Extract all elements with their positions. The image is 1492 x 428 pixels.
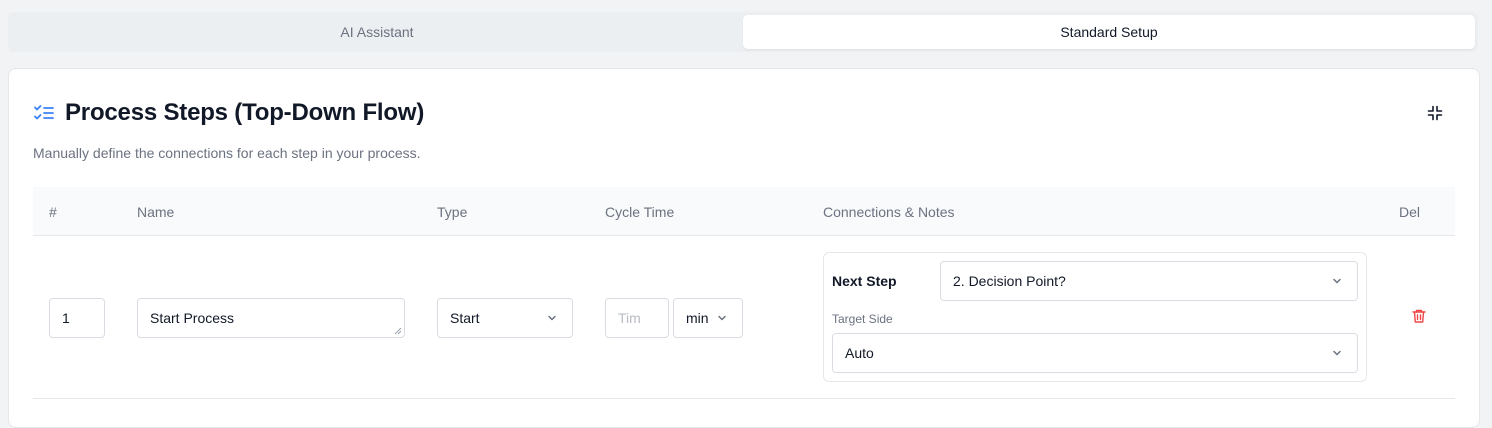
tab-ai-assistant[interactable]: AI Assistant <box>11 15 743 49</box>
header-number: # <box>49 204 57 220</box>
connections-panel: Next Step 2. Decision Point? Target Side… <box>823 252 1367 382</box>
step-type-value: Start <box>450 310 480 326</box>
target-side-label: Target Side <box>832 312 893 326</box>
header-cycle-time: Cycle Time <box>605 204 675 220</box>
next-step-value: 2. Decision Point? <box>953 273 1066 289</box>
tab-standard-setup[interactable]: Standard Setup <box>743 15 1475 49</box>
header-name: Name <box>137 204 175 220</box>
chevron-down-icon <box>548 315 556 321</box>
chevron-down-icon <box>1333 350 1341 356</box>
list-checks-icon <box>33 102 55 124</box>
step-number-input[interactable]: 1 <box>49 298 105 338</box>
minimize-icon <box>1427 105 1443 121</box>
target-side-select[interactable]: Auto <box>832 333 1358 373</box>
resize-handle-icon[interactable] <box>394 327 402 335</box>
cycle-time-input[interactable]: Tim <box>605 298 669 338</box>
target-side-value: Auto <box>845 345 874 361</box>
cycle-time-placeholder: Tim <box>618 310 641 326</box>
card-header: Process Steps (Top-Down Flow) <box>33 99 424 127</box>
trash-icon <box>1412 309 1426 323</box>
cycle-time-unit-select[interactable]: min <box>673 298 743 338</box>
step-type-select[interactable]: Start <box>437 298 573 338</box>
next-step-select[interactable]: 2. Decision Point? <box>940 261 1358 301</box>
step-name-value: Start Process <box>150 310 235 326</box>
table-header: # Name Type Cycle Time Connections & Not… <box>33 187 1455 236</box>
chevron-down-icon <box>1333 278 1341 284</box>
process-steps-card: Process Steps (Top-Down Flow) Manually d… <box>8 68 1480 428</box>
page-title: Process Steps (Top-Down Flow) <box>65 99 425 126</box>
step-name-textarea[interactable]: Start Process <box>137 298 405 338</box>
cycle-time-unit-value: min <box>686 310 709 326</box>
chevron-down-icon <box>718 315 726 321</box>
delete-step-button[interactable] <box>1411 308 1427 324</box>
next-step-label: Next Step <box>832 273 897 289</box>
table-row: 1 Start Process Start Tim min Next Step <box>33 236 1455 399</box>
header-delete: Del <box>1399 204 1421 220</box>
header-type: Type <box>437 204 468 220</box>
card-subtitle: Manually define the connections for each… <box>33 145 421 161</box>
collapse-button[interactable] <box>1425 103 1445 123</box>
step-number-value: 1 <box>62 310 70 326</box>
header-connections: Connections & Notes <box>823 204 955 220</box>
mode-tabs: AI Assistant Standard Setup <box>8 12 1478 52</box>
